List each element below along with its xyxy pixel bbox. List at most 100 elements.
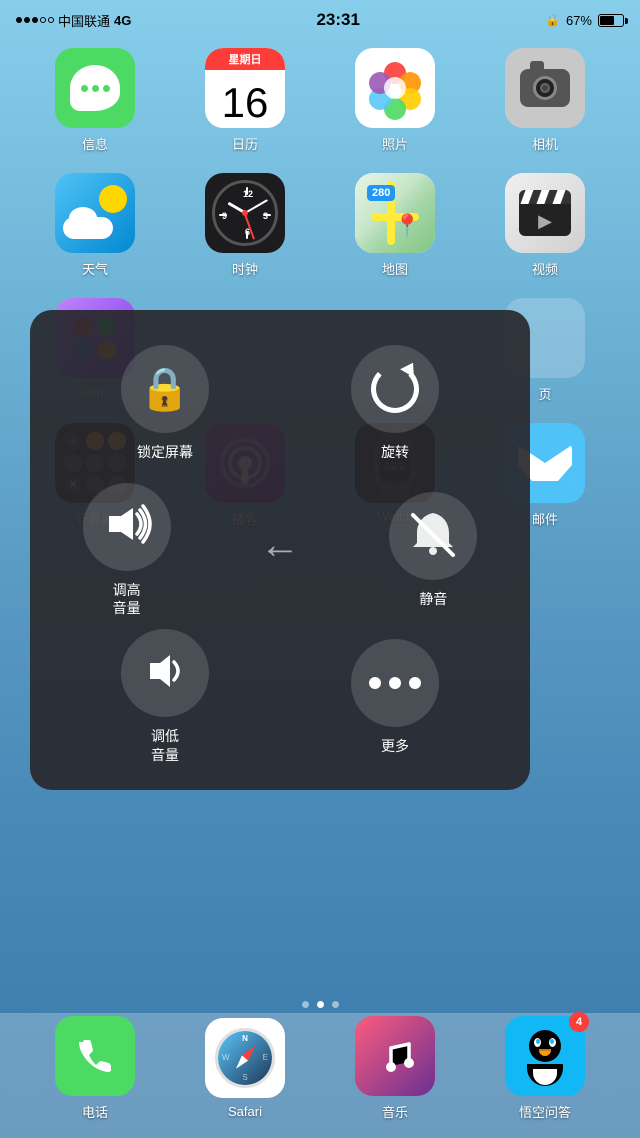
safari-icon[interactable]: N S E W [205,1018,285,1098]
dock-phone[interactable]: 电话 [40,1016,150,1121]
back-circle[interactable]: ← [236,501,324,589]
calendar-day: 16 [222,82,269,124]
app-messages[interactable]: 信息 [40,48,150,153]
videos-label: 视频 [532,259,558,278]
mute-icon [407,509,459,562]
weather-icon[interactable] [55,173,135,253]
network-type: 4G [114,13,131,28]
page-dot-2 [317,1001,324,1008]
signal-dots [16,17,54,23]
signal-dot-1 [16,17,22,23]
mute-label: 静音 [419,590,447,608]
lock-icon: 🔒 [545,13,560,27]
page-label: 页 [538,384,551,403]
maps-label: 地图 [382,259,408,278]
qq-label: 悟空问答 [519,1102,571,1121]
more-icon [369,677,421,689]
page-dot-3 [332,1001,339,1008]
dock-safari[interactable]: N S E W Safari [190,1018,300,1119]
qq-icon-wrapper: 4 [505,1016,585,1102]
dock-qq[interactable]: 4 悟空问答 [490,1016,600,1121]
dock-music[interactable]: 音乐 [340,1016,450,1121]
rotate-label: 旋转 [381,443,409,461]
overlay-back[interactable]: ← [203,501,356,599]
overlay-volume-up[interactable]: 调高音量 [50,483,203,617]
vol-down-icon [142,651,188,696]
overlay-mute[interactable]: 静音 [357,492,510,608]
overlay-lock-screen[interactable]: 🔒 锁定屏幕 [50,345,280,461]
signal-dot-2 [24,17,30,23]
more-dot-3 [409,677,421,689]
overlay-rotate[interactable]: 旋转 [280,345,510,461]
battery-icon [598,14,624,27]
music-label: 音乐 [382,1102,408,1121]
more-label: 更多 [381,737,409,755]
camera-icon[interactable] [505,48,585,128]
arrow-back-icon: ← [260,523,300,568]
overlay-row-2: 调高音量 ← 静音 [50,477,510,624]
signal-dot-3 [32,17,38,23]
qq-badge: 4 [569,1012,589,1032]
overlay-more[interactable]: 更多 [280,639,510,755]
app-row-2: 天气 12 6 9 3 [20,173,620,278]
vol-up-circle[interactable] [83,483,171,571]
volume-down-label: 调低音量 [151,727,179,763]
safari-label: Safari [228,1104,262,1119]
rotate-icon [371,365,419,413]
photos-label: 照片 [382,134,408,153]
vol-up-icon [101,502,153,551]
calendar-icon[interactable]: 星期日 16 [205,48,285,128]
mute-circle[interactable] [389,492,477,580]
status-time: 23:31 [316,10,359,30]
music-svg [373,1034,417,1078]
more-circle[interactable] [351,639,439,727]
clock-icon[interactable]: 12 6 9 3 [205,173,285,253]
app-videos[interactable]: ▶ 视频 [490,173,600,278]
signal-dot-4 [40,17,46,23]
volume-up-label: 调高音量 [113,581,141,617]
app-photos[interactable]: 照片 [340,48,450,153]
assistive-overlay: 🔒 锁定屏幕 旋转 [30,310,530,790]
app-calendar[interactable]: 星期日 16 日历 [190,48,300,153]
maps-icon[interactable]: 280 📍 [355,173,435,253]
photos-flower [365,58,425,118]
lock-screen-label: 锁定屏幕 [137,443,193,461]
videos-icon[interactable]: ▶ [505,173,585,253]
messages-icon[interactable] [55,48,135,128]
vol-up-svg [101,502,153,546]
status-left: 中国联通 4G [16,11,131,30]
status-right: 🔒 67% [545,13,624,28]
app-row-1: 信息 星期日 16 日历 [20,48,620,153]
calendar-label: 日历 [232,134,258,153]
mail-label: 邮件 [532,509,558,528]
overlay-volume-down[interactable]: 调低音量 [50,629,280,763]
app-weather[interactable]: 天气 [40,173,150,278]
dock: 电话 N S E W [0,1013,640,1138]
messages-label: 信息 [82,134,108,153]
phone-icon[interactable] [55,1016,135,1096]
signal-dot-5 [48,17,54,23]
more-dot-2 [389,677,401,689]
status-bar: 中国联通 4G 23:31 🔒 67% [0,0,640,40]
app-camera[interactable]: 相机 [490,48,600,153]
calendar-weekday: 星期日 [229,51,262,67]
phone-label: 电话 [82,1102,108,1121]
photos-icon[interactable] [355,48,435,128]
carrier-label: 中国联通 [58,11,110,30]
lock-circle[interactable]: 🔒 [121,345,209,433]
app-clock[interactable]: 12 6 9 3 时钟 [190,173,300,278]
vol-down-svg [142,651,188,691]
weather-label: 天气 [82,259,108,278]
battery-percent: 67% [566,13,592,28]
rotate-arrow [400,359,420,377]
music-icon[interactable] [355,1016,435,1096]
page-dots [0,1001,640,1008]
clock-label: 时钟 [232,259,258,278]
more-dot-1 [369,677,381,689]
overlay-row-3: 调低音量 更多 [50,623,510,770]
rotate-circle[interactable] [351,345,439,433]
app-maps[interactable]: 280 📍 地图 [340,173,450,278]
lock-large-icon: 🔒 [139,365,191,414]
vol-down-circle[interactable] [121,629,209,717]
overlay-row-1: 🔒 锁定屏幕 旋转 [50,330,510,477]
